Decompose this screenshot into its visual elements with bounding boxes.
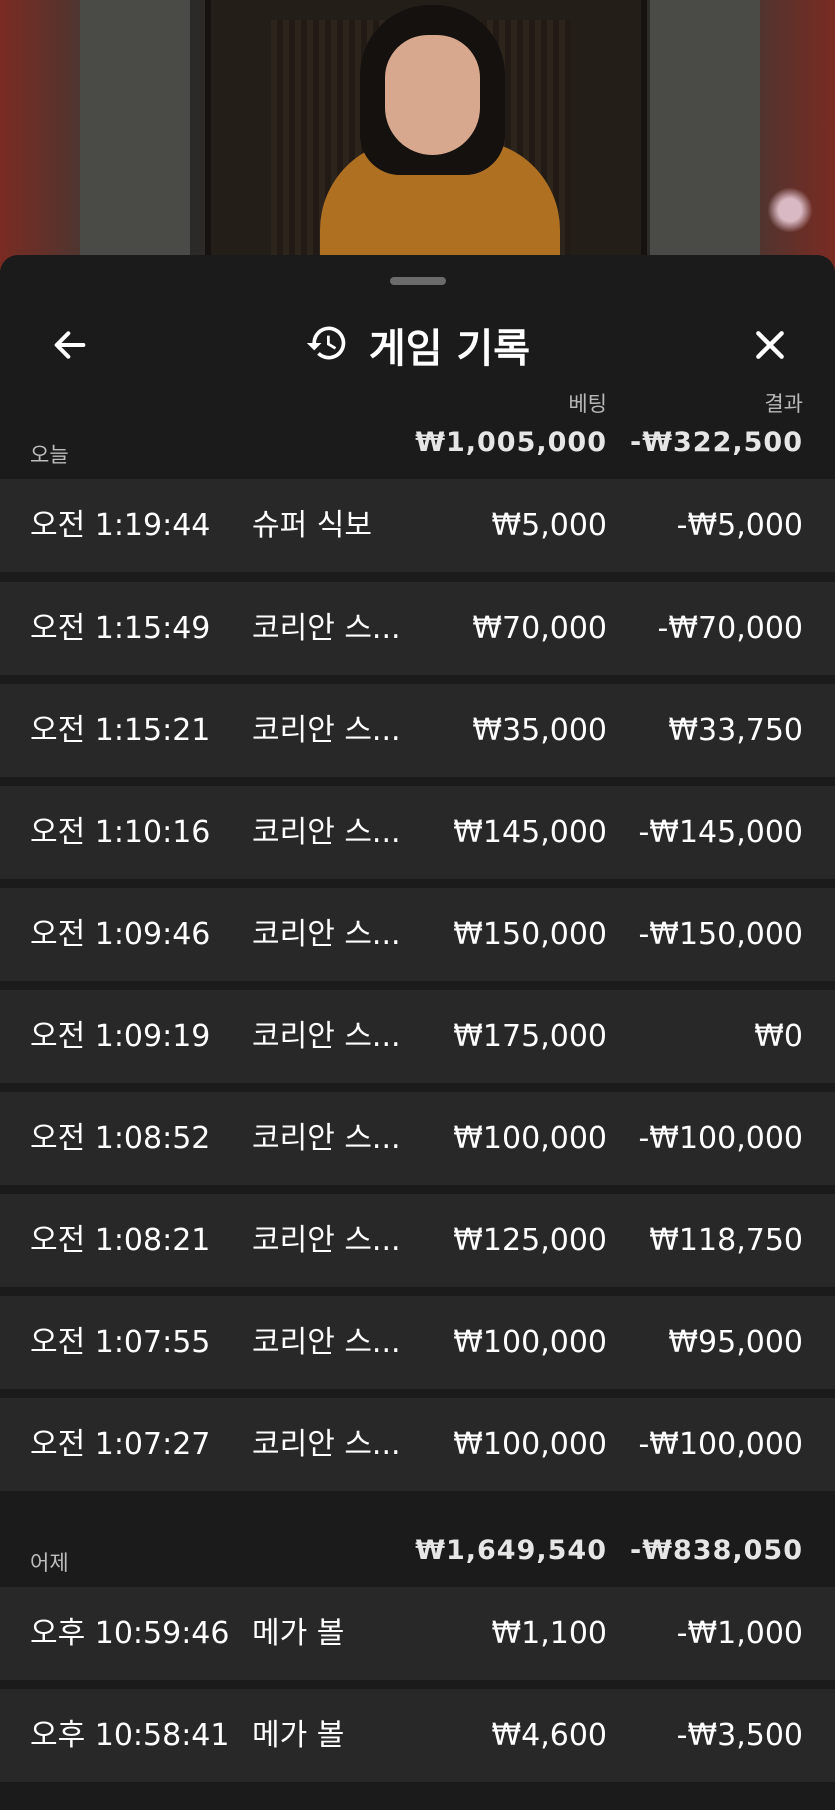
row-result: ₩95,000 (668, 1325, 803, 1360)
history-row[interactable]: 오전 1:15:21 코리안 스... ₩35,000 ₩33,750 (0, 684, 835, 777)
row-bet: ₩145,000 (453, 815, 607, 850)
row-time: 오전 1:08:21 (30, 1223, 211, 1258)
history-icon (305, 321, 349, 369)
dealer (320, 0, 560, 270)
group-summary-yesterday: 어제 ₩1,649,540 -₩838,050 (0, 1535, 835, 1595)
row-bet: ₩5,000 (491, 508, 607, 543)
history-row[interactable]: 오후 10:59:46 메가 볼 ₩1,100 -₩1,000 (0, 1587, 835, 1680)
title-wrap: 게임 기록 (0, 305, 835, 385)
row-time: 오후 10:59:46 (30, 1616, 230, 1651)
drag-handle[interactable] (390, 277, 446, 285)
page-title: 게임 기록 (368, 326, 531, 372)
row-game: 슈퍼 식보 (252, 508, 372, 543)
group-summary-today: 오늘 ₩1,005,000 -₩322,500 (0, 427, 835, 487)
row-time: 오전 1:08:52 (30, 1121, 211, 1156)
row-bet: ₩175,000 (453, 1019, 607, 1054)
row-game: 메가 볼 (252, 1718, 345, 1753)
row-bet: ₩100,000 (453, 1121, 607, 1156)
row-result: -₩70,000 (657, 611, 803, 646)
game-history-sheet: 게임 기록 베팅 결과 오늘 ₩1,005,000 -₩322,500 오전 1… (0, 255, 835, 1810)
live-video-feed (0, 0, 835, 270)
group-total-result: -₩322,500 (630, 427, 803, 458)
group-total-bet: ₩1,005,000 (415, 427, 607, 458)
history-row[interactable]: 오전 1:07:27 코리안 스... ₩100,000 -₩100,000 (0, 1398, 835, 1491)
sheet-header: 게임 기록 (0, 305, 835, 385)
row-time: 오전 1:07:55 (30, 1325, 211, 1360)
blossom-decoration (750, 170, 830, 250)
row-bet: ₩125,000 (453, 1223, 607, 1258)
history-row[interactable]: 오전 1:15:49 코리안 스... ₩70,000 -₩70,000 (0, 582, 835, 675)
row-game: 코리안 스... (252, 713, 401, 748)
row-game: 코리안 스... (252, 611, 401, 646)
row-result: -₩1,000 (676, 1616, 803, 1651)
column-header-bet: 베팅 (568, 392, 607, 416)
row-time: 오전 1:10:16 (30, 815, 211, 850)
row-result: ₩33,750 (668, 713, 803, 748)
row-game: 코리안 스... (252, 1427, 401, 1462)
row-time: 오전 1:07:27 (30, 1427, 211, 1462)
row-result: ₩118,750 (649, 1223, 803, 1258)
row-game: 코리안 스... (252, 815, 401, 850)
row-time: 오전 1:19:44 (30, 508, 211, 543)
group-label: 오늘 (30, 443, 69, 467)
history-row[interactable]: 오전 1:09:19 코리안 스... ₩175,000 ₩0 (0, 990, 835, 1083)
row-bet: ₩150,000 (453, 917, 607, 952)
close-button[interactable] (740, 315, 800, 375)
row-time: 오전 1:09:19 (30, 1019, 211, 1054)
history-row[interactable]: 오후 10:58:41 메가 볼 ₩4,600 -₩3,500 (0, 1689, 835, 1782)
history-row[interactable]: 오전 1:08:21 코리안 스... ₩125,000 ₩118,750 (0, 1194, 835, 1287)
row-game: 코리안 스... (252, 917, 401, 952)
row-result: -₩150,000 (638, 917, 803, 952)
row-bet: ₩1,100 (491, 1616, 607, 1651)
row-game: 코리안 스... (252, 1223, 401, 1258)
history-row[interactable]: 오전 1:19:44 슈퍼 식보 ₩5,000 -₩5,000 (0, 479, 835, 572)
row-bet: ₩35,000 (472, 713, 607, 748)
row-result: -₩5,000 (676, 508, 803, 543)
history-row[interactable]: 오전 1:08:52 코리안 스... ₩100,000 -₩100,000 (0, 1092, 835, 1185)
row-time: 오전 1:15:49 (30, 611, 211, 646)
row-result: -₩100,000 (638, 1427, 803, 1462)
row-bet: ₩100,000 (453, 1325, 607, 1360)
row-bet: ₩4,600 (491, 1718, 607, 1753)
arrow-left-icon (54, 331, 86, 359)
history-row[interactable]: 오전 1:09:46 코리안 스... ₩150,000 -₩150,000 (0, 888, 835, 981)
row-time: 오전 1:15:21 (30, 713, 211, 748)
row-result: -₩3,500 (676, 1718, 803, 1753)
row-bet: ₩100,000 (453, 1427, 607, 1462)
dealer-face (385, 35, 480, 155)
history-row[interactable]: 오전 1:10:16 코리안 스... ₩145,000 -₩145,000 (0, 786, 835, 879)
row-bet: ₩70,000 (472, 611, 607, 646)
row-result: -₩100,000 (638, 1121, 803, 1156)
group-total-bet: ₩1,649,540 (415, 1535, 607, 1566)
back-button[interactable] (40, 315, 100, 375)
pillar-right (650, 0, 760, 270)
row-game: 코리안 스... (252, 1019, 401, 1054)
row-game: 코리안 스... (252, 1121, 401, 1156)
history-row[interactable]: 오전 1:07:55 코리안 스... ₩100,000 ₩95,000 (0, 1296, 835, 1389)
close-icon (756, 331, 784, 359)
group-total-result: -₩838,050 (630, 1535, 803, 1566)
row-result: -₩145,000 (638, 815, 803, 850)
group-label: 어제 (30, 1551, 69, 1575)
row-game: 메가 볼 (252, 1616, 345, 1651)
column-header-result: 결과 (764, 392, 803, 416)
row-result: ₩0 (754, 1019, 803, 1054)
row-time: 오전 1:09:46 (30, 917, 211, 952)
pillar-left (80, 0, 190, 270)
row-time: 오후 10:58:41 (30, 1718, 230, 1753)
row-game: 코리안 스... (252, 1325, 401, 1360)
